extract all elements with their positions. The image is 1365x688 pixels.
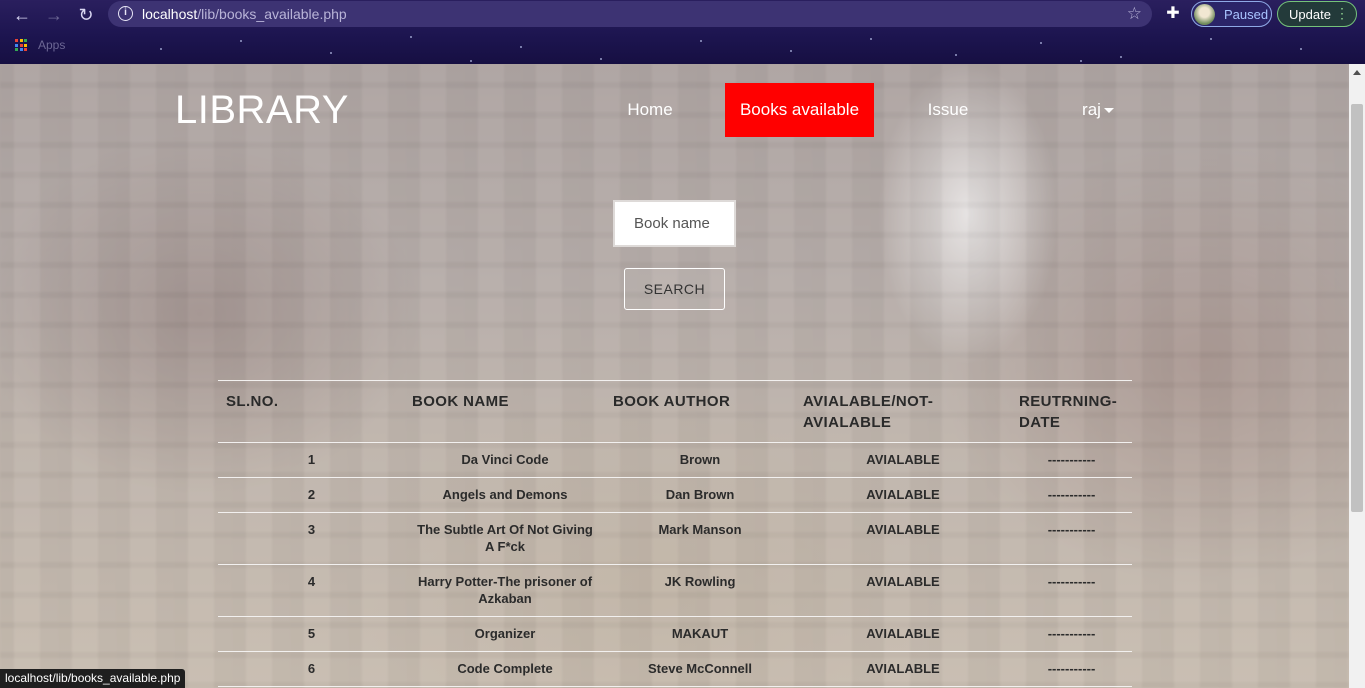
link-status-bubble: localhost/lib/books_available.php <box>0 669 186 688</box>
user-name: raj <box>1082 100 1101 119</box>
cell-return-date: ----------- <box>1011 616 1132 652</box>
update-label: Update <box>1289 7 1331 22</box>
cell-book-name: Angels and Demons <box>405 477 605 513</box>
cell-sl-no: 4 <box>218 564 405 617</box>
header-availability: AVIALABLE/NOT-AVIALABLE <box>795 380 1011 443</box>
search-button[interactable]: SEARCH <box>624 268 725 310</box>
apps-grid-icon[interactable] <box>15 39 27 51</box>
cell-book-author: Mark Manson <box>605 512 795 565</box>
bookmark-star-icon[interactable]: ☆ <box>1127 4 1142 24</box>
table-row: 4 Harry Potter-The prisoner of Azkaban JK … <box>218 564 1132 617</box>
table-row: 6 Code Complete Steve McConnell AVIALABLE --… <box>218 651 1132 687</box>
cell-book-author: Dan Brown <box>605 477 795 513</box>
cell-availability: AVIALABLE <box>795 477 1011 513</box>
cell-book-name: Organizer <box>405 616 605 652</box>
apps-bookmark-label[interactable]: Apps <box>38 38 65 52</box>
cell-book-author: Brown <box>605 442 795 478</box>
forward-icon[interactable]: → <box>43 4 65 26</box>
nav-issue[interactable]: Issue <box>910 83 986 137</box>
cell-availability: AVIALABLE <box>795 512 1011 565</box>
back-icon[interactable]: ← <box>11 4 33 26</box>
cell-return-date: ----------- <box>1011 442 1132 478</box>
update-button[interactable]: Update ⋮ <box>1277 1 1357 27</box>
avatar <box>1194 4 1215 25</box>
table-header-row: SL.NO. BOOK NAME BOOK AUTHOR AVIALABLE/N… <box>218 380 1132 443</box>
nav-home[interactable]: Home <box>614 83 686 137</box>
cell-book-name: The Subtle Art Of Not Giving A F*ck <box>405 512 605 565</box>
cell-sl-no: 6 <box>218 651 405 687</box>
table-row: 3 The Subtle Art Of Not Giving A F*ck Mark… <box>218 512 1132 565</box>
address-url: localhost/lib/books_available.php <box>142 6 347 22</box>
nav-books-available[interactable]: Books available <box>725 83 874 137</box>
header-book-name: BOOK NAME <box>404 380 604 443</box>
address-bar[interactable]: i localhost/lib/books_available.php ☆ <box>108 1 1152 27</box>
cell-return-date: ----------- <box>1011 512 1132 565</box>
cell-availability: AVIALABLE <box>795 442 1011 478</box>
table-row: 1 Da Vinci Code Brown AVIALABLE ----------- <box>218 442 1132 478</box>
cell-book-name: Da Vinci Code <box>405 442 605 478</box>
table-row: 2 Angels and Demons Dan Brown AVIALABLE ----… <box>218 477 1132 513</box>
cell-sl-no: 3 <box>218 512 405 565</box>
cell-sl-no: 1 <box>218 442 405 478</box>
site-info-icon[interactable]: i <box>118 6 133 21</box>
caret-down-icon <box>1103 108 1114 114</box>
cell-availability: AVIALABLE <box>795 616 1011 652</box>
cell-sl-no: 5 <box>218 616 405 652</box>
cell-book-name: Harry Potter-The prisoner of Azkaban <box>405 564 605 617</box>
header-return-date: REUTRNING-DATE <box>1011 380 1132 443</box>
cell-sl-no: 2 <box>218 477 405 513</box>
scroll-up-arrow-icon[interactable] <box>1353 70 1361 75</box>
profile-status-label: Paused <box>1224 7 1269 22</box>
cell-availability: AVIALABLE <box>795 564 1011 617</box>
scrollbar-thumb[interactable] <box>1351 104 1363 512</box>
header-book-author: BOOK AUTHOR <box>605 380 795 443</box>
book-search-input[interactable] <box>613 200 736 247</box>
cell-availability: AVIALABLE <box>795 651 1011 687</box>
cell-return-date: ----------- <box>1011 477 1132 513</box>
browser-toolbar: ← → ↻ i localhost/lib/books_available.ph… <box>0 0 1365 64</box>
reload-icon[interactable]: ↻ <box>75 4 97 26</box>
header-sl-no: SL.NO. <box>218 380 405 443</box>
cell-book-author: JK Rowling <box>605 564 795 617</box>
kebab-menu-icon[interactable]: ⋮ <box>1335 5 1349 22</box>
profile-button[interactable]: Paused <box>1191 1 1272 27</box>
page-scrollbar[interactable] <box>1349 64 1365 688</box>
site-logo[interactable]: LIBRARY <box>175 88 349 133</box>
page-background: LIBRARY Home Books available Issue raj S… <box>0 64 1349 688</box>
nav-user-dropdown[interactable]: raj <box>1070 83 1126 137</box>
table-row: 5 Organizer MAKAUT AVIALABLE ----------- <box>218 616 1132 652</box>
cell-book-author: Steve McConnell <box>605 651 795 687</box>
books-table: SL.NO. BOOK NAME BOOK AUTHOR AVIALABLE/N… <box>218 380 1132 687</box>
cell-return-date: ----------- <box>1011 564 1132 617</box>
extensions-puzzle-icon[interactable]: ✚ <box>1163 4 1183 24</box>
cell-return-date: ----------- <box>1011 651 1132 687</box>
cell-book-author: MAKAUT <box>605 616 795 652</box>
cell-book-name: Code Complete <box>405 651 605 687</box>
